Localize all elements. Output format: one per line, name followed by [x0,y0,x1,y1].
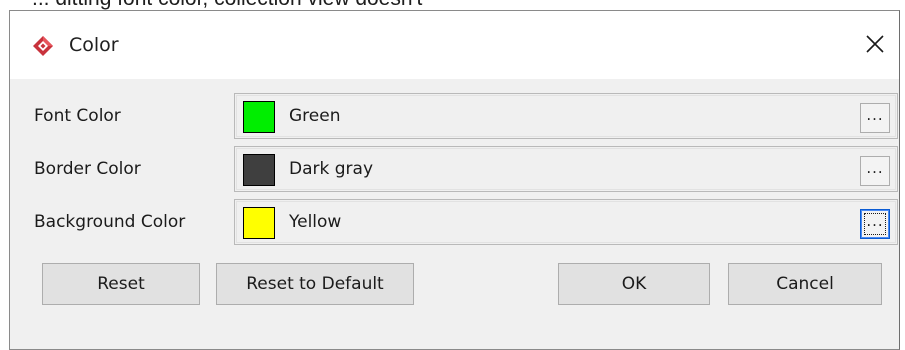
background-color-browse-button[interactable]: ... [860,209,890,239]
color-dialog: Color Font Color Green ... Border Color … [9,10,900,350]
border-color-value: Dark gray [289,159,374,179]
reset-button[interactable]: Reset [42,263,200,305]
close-button[interactable] [859,28,891,60]
border-color-field[interactable]: Dark gray ... [234,146,898,192]
reset-to-default-button[interactable]: Reset to Default [216,263,414,305]
font-color-label: Font Color [34,106,121,126]
font-color-field[interactable]: Green ... [234,93,898,139]
background-caption-text: ... ditting font color, collection view … [32,0,422,9]
background-color-field[interactable]: Yellow ... [234,199,898,245]
background-color-value: Yellow [289,212,342,232]
background-color-label: Background Color [34,212,186,232]
cancel-button[interactable]: Cancel [728,263,882,305]
border-color-browse-button[interactable]: ... [860,156,890,186]
border-color-label: Border Color [34,159,141,179]
background-color-swatch [243,207,275,239]
border-color-swatch [243,154,275,186]
ok-button[interactable]: OK [558,263,710,305]
app-logo-icon [33,36,53,56]
dialog-titlebar: Color [10,11,899,79]
dialog-title: Color [69,34,119,56]
font-color-browse-button[interactable]: ... [860,103,890,133]
font-color-swatch [243,101,275,133]
font-color-value: Green [289,106,341,126]
close-icon [866,35,884,53]
